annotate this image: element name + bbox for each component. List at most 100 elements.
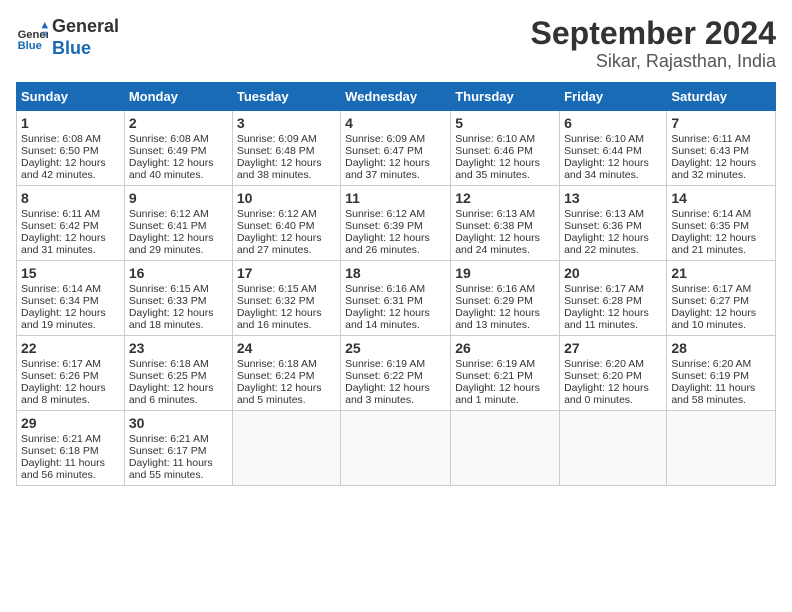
sunset-text: Sunset: 6:42 PM xyxy=(21,220,99,232)
daylight-text: Daylight: 12 hours and 35 minutes. xyxy=(455,157,540,181)
calendar-cell: 22Sunrise: 6:17 AMSunset: 6:26 PMDayligh… xyxy=(17,336,125,411)
sunrise-text: Sunrise: 6:21 AM xyxy=(129,433,209,445)
daylight-text: Daylight: 12 hours and 27 minutes. xyxy=(237,232,322,256)
calendar-cell xyxy=(560,411,667,486)
page-header: General Blue General Blue September 2024… xyxy=(16,16,776,72)
calendar-cell xyxy=(341,411,451,486)
sunrise-text: Sunrise: 6:11 AM xyxy=(21,208,100,220)
daylight-text: Daylight: 12 hours and 6 minutes. xyxy=(129,382,214,406)
daylight-text: Daylight: 12 hours and 11 minutes. xyxy=(564,307,649,331)
calendar-week-1: 1Sunrise: 6:08 AMSunset: 6:50 PMDaylight… xyxy=(17,111,776,186)
calendar-cell: 19Sunrise: 6:16 AMSunset: 6:29 PMDayligh… xyxy=(451,261,560,336)
calendar-cell: 15Sunrise: 6:14 AMSunset: 6:34 PMDayligh… xyxy=(17,261,125,336)
sunset-text: Sunset: 6:20 PM xyxy=(564,370,642,382)
daylight-text: Daylight: 12 hours and 34 minutes. xyxy=(564,157,649,181)
calendar-cell: 7Sunrise: 6:11 AMSunset: 6:43 PMDaylight… xyxy=(667,111,776,186)
daylight-text: Daylight: 12 hours and 24 minutes. xyxy=(455,232,540,256)
day-header-wednesday: Wednesday xyxy=(341,83,451,111)
sunset-text: Sunset: 6:27 PM xyxy=(671,295,749,307)
sunset-text: Sunset: 6:28 PM xyxy=(564,295,642,307)
sunrise-text: Sunrise: 6:12 AM xyxy=(129,208,209,220)
day-number: 23 xyxy=(129,340,228,356)
calendar-cell xyxy=(232,411,340,486)
day-number: 5 xyxy=(455,115,555,131)
sunrise-text: Sunrise: 6:16 AM xyxy=(345,283,425,295)
day-number: 1 xyxy=(21,115,120,131)
day-number: 21 xyxy=(671,265,771,281)
day-header-thursday: Thursday xyxy=(451,83,560,111)
calendar-week-4: 22Sunrise: 6:17 AMSunset: 6:26 PMDayligh… xyxy=(17,336,776,411)
calendar-header-row: SundayMondayTuesdayWednesdayThursdayFrid… xyxy=(17,83,776,111)
page-title: September 2024 xyxy=(531,16,776,51)
sunset-text: Sunset: 6:46 PM xyxy=(455,145,533,157)
day-number: 8 xyxy=(21,190,120,206)
calendar-table: SundayMondayTuesdayWednesdayThursdayFrid… xyxy=(16,82,776,486)
sunset-text: Sunset: 6:17 PM xyxy=(129,445,207,457)
calendar-cell: 30Sunrise: 6:21 AMSunset: 6:17 PMDayligh… xyxy=(124,411,232,486)
sunset-text: Sunset: 6:24 PM xyxy=(237,370,315,382)
day-number: 28 xyxy=(671,340,771,356)
sunset-text: Sunset: 6:29 PM xyxy=(455,295,533,307)
sunset-text: Sunset: 6:31 PM xyxy=(345,295,423,307)
day-number: 11 xyxy=(345,190,446,206)
daylight-text: Daylight: 12 hours and 37 minutes. xyxy=(345,157,430,181)
daylight-text: Daylight: 12 hours and 22 minutes. xyxy=(564,232,649,256)
day-number: 6 xyxy=(564,115,662,131)
sunset-text: Sunset: 6:44 PM xyxy=(564,145,642,157)
calendar-cell xyxy=(667,411,776,486)
sunset-text: Sunset: 6:25 PM xyxy=(129,370,207,382)
sunrise-text: Sunrise: 6:12 AM xyxy=(237,208,317,220)
sunset-text: Sunset: 6:47 PM xyxy=(345,145,423,157)
sunrise-text: Sunrise: 6:20 AM xyxy=(564,358,644,370)
sunrise-text: Sunrise: 6:17 AM xyxy=(671,283,751,295)
day-number: 7 xyxy=(671,115,771,131)
daylight-text: Daylight: 12 hours and 21 minutes. xyxy=(671,232,756,256)
sunrise-text: Sunrise: 6:09 AM xyxy=(345,133,425,145)
sunset-text: Sunset: 6:19 PM xyxy=(671,370,749,382)
day-header-saturday: Saturday xyxy=(667,83,776,111)
daylight-text: Daylight: 12 hours and 14 minutes. xyxy=(345,307,430,331)
daylight-text: Daylight: 11 hours and 55 minutes. xyxy=(129,457,213,481)
daylight-text: Daylight: 12 hours and 19 minutes. xyxy=(21,307,106,331)
logo-blue: Blue xyxy=(52,38,119,60)
sunrise-text: Sunrise: 6:20 AM xyxy=(671,358,751,370)
sunset-text: Sunset: 6:49 PM xyxy=(129,145,207,157)
sunrise-text: Sunrise: 6:09 AM xyxy=(237,133,317,145)
sunset-text: Sunset: 6:32 PM xyxy=(237,295,315,307)
calendar-cell: 18 Sunrise: 6:16 AMSunset: 6:31 PMDayligh… xyxy=(341,261,451,336)
sunset-text: Sunset: 6:50 PM xyxy=(21,145,99,157)
sunrise-text: Sunrise: 6:16 AM xyxy=(455,283,535,295)
calendar-cell: 25Sunrise: 6:19 AMSunset: 6:22 PMDayligh… xyxy=(341,336,451,411)
daylight-text: Daylight: 12 hours and 0 minutes. xyxy=(564,382,649,406)
calendar-cell: 26Sunrise: 6:19 AMSunset: 6:21 PMDayligh… xyxy=(451,336,560,411)
day-header-sunday: Sunday xyxy=(17,83,125,111)
calendar-week-2: 8 Sunrise: 6:11 AMSunset: 6:42 PM Daylight… xyxy=(17,186,776,261)
sunset-text: Sunset: 6:35 PM xyxy=(671,220,749,232)
calendar-cell: 11Sunrise: 6:12 AMSunset: 6:39 PMDayligh… xyxy=(341,186,451,261)
day-header-monday: Monday xyxy=(124,83,232,111)
logo-general: General xyxy=(52,16,119,38)
sunrise-text: Sunrise: 6:21 AM xyxy=(21,433,101,445)
logo-icon: General Blue xyxy=(16,22,48,54)
daylight-text: Daylight: 12 hours and 26 minutes. xyxy=(345,232,430,256)
day-number: 25 xyxy=(345,340,446,356)
sunset-text: Sunset: 6:33 PM xyxy=(129,295,207,307)
day-number: 10 xyxy=(237,190,336,206)
calendar-cell: 13Sunrise: 6:13 AMSunset: 6:36 PMDayligh… xyxy=(560,186,667,261)
day-number: 26 xyxy=(455,340,555,356)
daylight-text: Daylight: 11 hours and 58 minutes. xyxy=(671,382,755,406)
calendar-cell: 12Sunrise: 6:13 AMSunset: 6:38 PMDayligh… xyxy=(451,186,560,261)
calendar-cell: 2Sunrise: 6:08 AMSunset: 6:49 PMDaylight… xyxy=(124,111,232,186)
calendar-week-5: 29Sunrise: 6:21 AMSunset: 6:18 PMDayligh… xyxy=(17,411,776,486)
sunset-text: Sunset: 6:34 PM xyxy=(21,295,99,307)
calendar-cell: 8Sunrise: 6:11 AMSunset: 6:42 PMDaylight… xyxy=(17,186,125,261)
daylight-text: Daylight: 12 hours and 1 minute. xyxy=(455,382,540,406)
sunrise-text: Sunrise: 6:18 AM xyxy=(237,358,317,370)
daylight-text: Daylight: 12 hours and 42 minutes. xyxy=(21,157,106,181)
day-number: 14 xyxy=(671,190,771,206)
sunset-text: Sunset: 6:39 PM xyxy=(345,220,423,232)
calendar-cell: 29Sunrise: 6:21 AMSunset: 6:18 PMDayligh… xyxy=(17,411,125,486)
day-number: 18 xyxy=(345,265,446,281)
daylight-text: Daylight: 12 hours and 13 minutes. xyxy=(455,307,540,331)
sunrise-text: Sunrise: 6:17 AM xyxy=(21,358,101,370)
